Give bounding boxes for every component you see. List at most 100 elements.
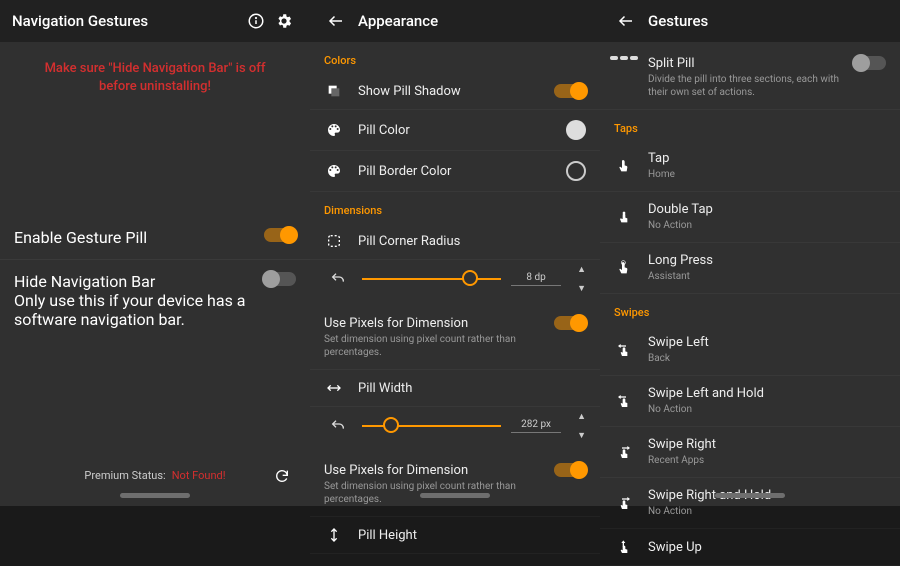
swipe-left-hold-label: Swipe Left and Hold (648, 386, 886, 401)
pill-height-label: Pill Height (358, 528, 586, 543)
swipe-left-icon (614, 342, 634, 358)
section-swipes: Swipes (600, 294, 900, 325)
radius-slider-block: 8 dp ▲ ▼ (310, 260, 600, 306)
double-tap-row[interactable]: Double Tap No Action (600, 192, 900, 243)
swipe-left-label: Swipe Left (648, 335, 886, 350)
use-px-label: Use Pixels for Dimension (324, 316, 540, 331)
panel-title: Gestures (648, 12, 888, 30)
swipe-left-row[interactable]: Swipe LeftBack (600, 325, 900, 376)
long-press-label: Long Press (648, 253, 886, 268)
swipe-left-hold-row[interactable]: Swipe Left and Hold No Action (600, 376, 900, 427)
width-slider-block: 282 px ▲ ▼ (310, 407, 600, 453)
shadow-icon (324, 83, 344, 99)
show-shadow-toggle[interactable] (554, 84, 586, 98)
width-value[interactable]: 282 px (511, 419, 561, 433)
undo-icon[interactable] (324, 412, 352, 440)
topbar: Navigation Gestures (0, 0, 310, 42)
pill-height-row[interactable]: Pill Height (310, 517, 600, 554)
width-icon (324, 380, 344, 396)
refresh-icon[interactable] (268, 462, 296, 490)
border-color-label: Pill Border Color (358, 164, 552, 179)
undo-icon[interactable] (324, 265, 352, 293)
enable-pill-toggle[interactable] (264, 228, 296, 242)
use-px-toggle[interactable] (554, 463, 586, 477)
chevron-up-icon[interactable]: ▲ (577, 411, 586, 422)
double-tap-label: Double Tap (648, 202, 886, 217)
enable-pill-row[interactable]: Enable Gesture Pill (0, 216, 310, 259)
premium-value: Not Found! (172, 469, 226, 482)
tap-icon (614, 158, 634, 174)
chevron-up-icon[interactable]: ▲ (577, 264, 586, 275)
use-px-2-row[interactable]: Use Pixels for Dimension Set dimension u… (310, 453, 600, 517)
topbar: Gestures (600, 0, 900, 42)
swipe-up-label: Swipe Up (648, 540, 886, 555)
section-dimensions: Dimensions (310, 192, 600, 223)
palette-icon (324, 163, 344, 179)
use-px-toggle[interactable] (554, 316, 586, 330)
hide-nav-toggle[interactable] (264, 272, 296, 286)
pill-width-label: Pill Width (358, 381, 586, 396)
swipe-up-icon (614, 539, 634, 555)
show-shadow-label: Show Pill Shadow (358, 84, 540, 99)
split-pill-row[interactable]: Split Pill Divide the pill into three se… (600, 42, 900, 110)
swipe-right-hold-row[interactable]: Swipe Right and HoldNo Action (600, 478, 900, 529)
split-pill-sub: Divide the pill into three sections, eac… (648, 73, 840, 99)
pill-color-swatch[interactable] (566, 120, 586, 140)
swipe-right-row[interactable]: Swipe Right Recent Apps (600, 427, 900, 478)
swipe-right-hold-sub: No Action (648, 505, 886, 518)
chevron-down-icon[interactable]: ▼ (577, 430, 586, 441)
back-icon[interactable] (612, 7, 640, 35)
pill-color-row[interactable]: Pill Color (310, 110, 600, 151)
swipe-right-sub: Recent Apps (648, 454, 886, 467)
swipe-right-label: Swipe Right (648, 437, 886, 452)
premium-label: Premium Status: (84, 469, 165, 482)
radius-slider[interactable] (362, 278, 501, 280)
show-shadow-row[interactable]: Show Pill Shadow (310, 73, 600, 110)
panel-title: Appearance (358, 12, 588, 30)
section-colors: Colors (310, 42, 600, 73)
gear-icon[interactable] (270, 7, 298, 35)
swipe-up-row[interactable]: Swipe Up (600, 529, 900, 566)
corner-radius-row[interactable]: Pill Corner Radius (310, 223, 600, 260)
split-pill-icon (614, 56, 634, 60)
split-pill-toggle[interactable] (854, 56, 886, 70)
hide-nav-sub: Only use this if your device has a softw… (14, 291, 254, 329)
hide-nav-label: Hide Navigation Bar (14, 272, 254, 291)
double-tap-icon (614, 209, 634, 225)
back-icon[interactable] (322, 7, 350, 35)
premium-status: Premium Status: Not Found! (0, 469, 310, 482)
long-press-sub: Assistant (648, 270, 886, 283)
tap-row[interactable]: TapHome (600, 141, 900, 192)
uninstall-warning: Make sure "Hide Navigation Bar" is off b… (0, 42, 310, 106)
appearance-panel: Appearance Colors Show Pill Shadow Pill … (310, 0, 600, 506)
long-press-row[interactable]: Long Press Assistant (600, 243, 900, 294)
use-px-1-row[interactable]: Use Pixels for Dimension Set dimension u… (310, 306, 600, 370)
swipe-left-hold-icon (614, 393, 634, 409)
chevron-down-icon[interactable]: ▼ (577, 283, 586, 294)
width-slider[interactable] (362, 425, 501, 427)
gestures-panel: Gestures Split Pill Divide the pill into… (600, 0, 900, 506)
use-px-label: Use Pixels for Dimension (324, 463, 540, 478)
swipe-left-hold-sub: No Action (648, 403, 886, 416)
split-pill-label: Split Pill (648, 56, 840, 71)
radius-value[interactable]: 8 dp (511, 272, 561, 286)
nav-pill (0, 493, 310, 498)
hide-nav-row[interactable]: Hide Navigation Bar Only use this if you… (0, 259, 310, 341)
main-panel: Navigation Gestures Make sure "Hide Navi… (0, 0, 310, 506)
corner-radius-label: Pill Corner Radius (358, 234, 586, 249)
info-icon[interactable] (242, 7, 270, 35)
long-press-icon (614, 260, 634, 276)
pill-width-row[interactable]: Pill Width (310, 370, 600, 407)
pill-color-label: Pill Color (358, 123, 552, 138)
swipe-right-icon (614, 444, 634, 460)
section-taps: Taps (600, 110, 900, 141)
corner-icon (324, 233, 344, 249)
border-color-row[interactable]: Pill Border Color (310, 151, 600, 192)
border-color-swatch[interactable] (566, 161, 586, 181)
app-title: Navigation Gestures (12, 12, 242, 30)
nav-pill (310, 493, 600, 498)
double-tap-sub: No Action (648, 219, 886, 232)
use-px-sub: Set dimension using pixel count rather t… (324, 333, 540, 359)
topbar: Appearance (310, 0, 600, 42)
palette-icon (324, 122, 344, 138)
